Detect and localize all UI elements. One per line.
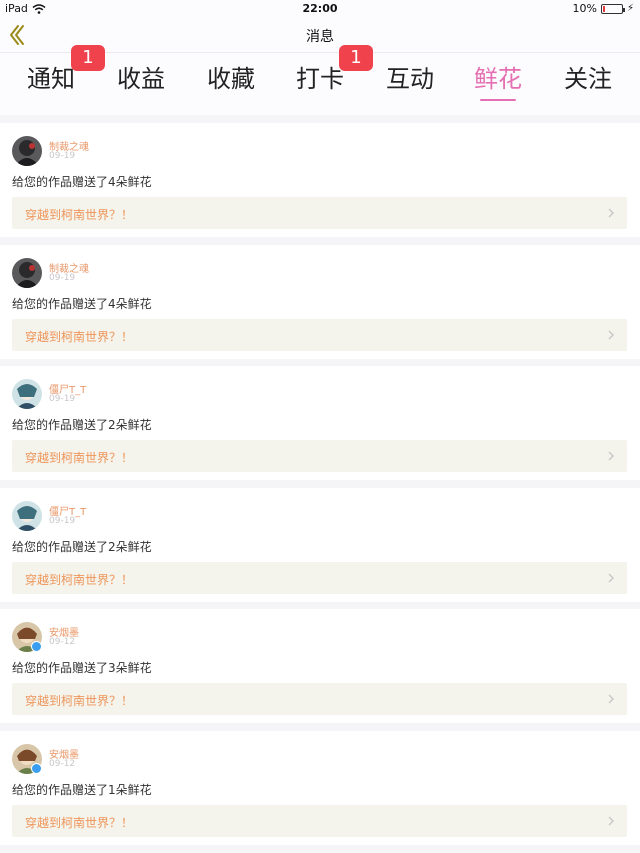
tab-label: 通知 bbox=[27, 65, 75, 93]
tab-interaction[interactable]: 互动 bbox=[375, 59, 445, 99]
work-title: 穿越到柯南世界？！ bbox=[25, 694, 134, 708]
tabs-bar: 通知 1 收益 收藏 打卡 1 互动 鲜花 关注 bbox=[0, 45, 640, 158]
chevron-right-icon bbox=[608, 573, 614, 583]
date: 09-19 bbox=[49, 394, 76, 404]
list-item: 安烟墨 09-12 给您的作品赠送了1朵鲜花 穿越到柯南世界？！ bbox=[0, 731, 640, 845]
tab-label: 打卡 bbox=[296, 65, 344, 93]
date: 09-19 bbox=[49, 516, 76, 526]
list-item: 僵尸T_T 09-19 给您的作品赠送了2朵鲜花 穿越到柯南世界？！ bbox=[0, 366, 640, 480]
message: 给您的作品赠送了4朵鲜花 bbox=[12, 297, 152, 311]
work-title: 穿越到柯南世界？！ bbox=[25, 451, 134, 465]
work-link[interactable]: 穿越到柯南世界？！ bbox=[12, 562, 627, 594]
chevron-right-icon bbox=[608, 208, 614, 218]
tab-follows[interactable]: 关注 bbox=[553, 59, 623, 99]
checkin-badge: 1 bbox=[339, 45, 373, 71]
tab-flowers[interactable]: 鲜花 bbox=[463, 59, 533, 101]
list-item: 安烟墨 09-12 给您的作品赠送了3朵鲜花 穿越到柯南世界？！ bbox=[0, 609, 640, 723]
battery-percent: 10% bbox=[572, 2, 597, 15]
work-title: 穿越到柯南世界？！ bbox=[25, 208, 134, 222]
message: 给您的作品赠送了2朵鲜花 bbox=[12, 540, 152, 554]
list-item: 制裁之魂 09-19 给您的作品赠送了4朵鲜花 穿越到柯南世界？！ bbox=[0, 123, 640, 237]
message: 给您的作品赠送了1朵鲜花 bbox=[12, 783, 152, 797]
tab-label: 鲜花 bbox=[474, 65, 522, 93]
notification-badge: 1 bbox=[71, 45, 105, 71]
work-link[interactable]: 穿越到柯南世界？！ bbox=[12, 683, 627, 715]
verified-badge-icon bbox=[31, 641, 42, 652]
status-time: 22:00 bbox=[302, 2, 338, 15]
chevron-right-icon bbox=[608, 451, 614, 461]
tab-label: 收藏 bbox=[207, 65, 255, 93]
avatar[interactable] bbox=[12, 379, 42, 409]
chevron-right-icon bbox=[608, 816, 614, 826]
work-link[interactable]: 穿越到柯南世界？！ bbox=[12, 440, 627, 472]
date: 09-12 bbox=[49, 637, 76, 647]
tab-label: 互动 bbox=[386, 65, 434, 93]
avatar[interactable] bbox=[12, 136, 42, 166]
date: 09-19 bbox=[49, 273, 76, 283]
verified-badge-icon bbox=[31, 763, 42, 774]
avatar[interactable] bbox=[12, 258, 42, 288]
tab-label: 收益 bbox=[117, 65, 165, 93]
tab-label: 关注 bbox=[564, 65, 612, 93]
message: 给您的作品赠送了3朵鲜花 bbox=[12, 661, 152, 675]
active-tab-indicator bbox=[480, 99, 516, 101]
list-item: 僵尸T_T 09-19 给您的作品赠送了2朵鲜花 穿越到柯南世界？！ bbox=[0, 488, 640, 602]
list-item: 制裁之魂 09-19 给您的作品赠送了4朵鲜花 穿越到柯南世界？！ bbox=[0, 245, 640, 359]
date: 09-12 bbox=[49, 759, 76, 769]
date: 09-19 bbox=[49, 151, 76, 161]
tab-earnings[interactable]: 收益 bbox=[106, 59, 176, 99]
work-link[interactable]: 穿越到柯南世界？！ bbox=[12, 319, 627, 351]
battery-icon bbox=[600, 3, 625, 14]
work-title: 穿越到柯南世界？！ bbox=[25, 573, 134, 587]
tab-favorites[interactable]: 收藏 bbox=[196, 59, 266, 99]
work-link[interactable]: 穿越到柯南世界？！ bbox=[12, 805, 627, 837]
status-bar: iPad 22:00 10% ⚡ bbox=[0, 0, 640, 17]
message: 给您的作品赠送了4朵鲜花 bbox=[12, 175, 152, 189]
status-right: 10% ⚡ bbox=[573, 2, 634, 15]
avatar[interactable] bbox=[12, 501, 42, 531]
work-title: 穿越到柯南世界？！ bbox=[25, 330, 134, 344]
work-title: 穿越到柯南世界？！ bbox=[25, 816, 134, 830]
chevron-right-icon bbox=[608, 330, 614, 340]
charging-icon: ⚡ bbox=[626, 3, 634, 14]
page-title: 消息 bbox=[306, 29, 334, 45]
message: 给您的作品赠送了2朵鲜花 bbox=[12, 418, 152, 432]
chevron-right-icon bbox=[608, 694, 614, 704]
work-link[interactable]: 穿越到柯南世界？！ bbox=[12, 197, 627, 229]
